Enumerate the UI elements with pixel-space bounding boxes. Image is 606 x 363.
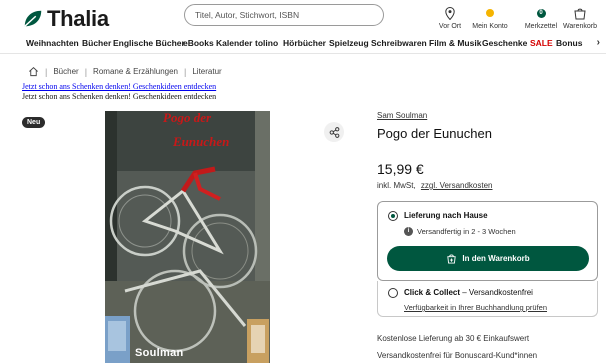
nav-item-buecher[interactable]: Bücher (82, 38, 111, 48)
click-collect-title: Click & Collect (404, 288, 461, 297)
account-link[interactable]: Mein Konto (468, 6, 512, 30)
breadcrumb-separator: | (184, 66, 187, 77)
add-to-cart-button[interactable]: In den Warenkorb (387, 246, 589, 271)
tax-info: inkl. MwSt, zzgl. Versandkosten (377, 181, 493, 190)
new-badge: Neu (22, 117, 46, 128)
cover-author: Soulman (135, 347, 184, 359)
book-cover-image[interactable]: Pogo der Eunuchen Soulman (105, 111, 270, 363)
nav-item-spielzeug[interactable]: Spielzeug (329, 38, 369, 48)
breadcrumb-separator: | (45, 66, 48, 77)
nav-item-geschenke[interactable]: Geschenke (482, 38, 527, 48)
nav-divider (0, 53, 606, 54)
click-collect-suffix: – Versandkostenfrei (462, 288, 533, 297)
promo-link[interactable]: Jetzt schon ans Schenken denken! Geschen… (22, 82, 216, 91)
product-price: 15,99 € (377, 161, 424, 177)
breadcrumb: | Bücher | Romane & Erzählungen | Litera… (28, 66, 222, 77)
cover-title-line2: Eunuchen (173, 134, 230, 149)
nav-item-hoerbuecher[interactable]: Hörbücher (283, 38, 326, 48)
account-icon (468, 6, 512, 20)
nav-item-ebooks[interactable]: eBooks (183, 38, 214, 48)
account-label: Mein Konto (472, 23, 508, 30)
availability-text: Versandfertig in 2 - 3 Wochen (417, 227, 516, 236)
tax-text: inkl. MwSt, (377, 181, 416, 190)
promo-text: Jetzt schon ans Schenken denken! Geschen… (22, 92, 217, 101)
share-button[interactable] (324, 122, 344, 142)
logo-text: Thalia (47, 6, 109, 31)
breadcrumb-separator: | (84, 66, 88, 77)
author-link[interactable]: Sam Soulman (377, 111, 427, 120)
breadcrumb-item-romane[interactable]: Romane & Erzählungen (93, 67, 178, 76)
thalia-logo[interactable]: Thalia (22, 6, 109, 32)
check-store-availability-link[interactable]: Verfügbarkeit in Ihrer Buchhandlung prüf… (404, 303, 547, 312)
info-icon: i (404, 227, 413, 236)
header: Thalia Titel, Autor, Stichwort, ISBN Vor… (0, 0, 606, 35)
click-collect-label: Click & Collect – Versandkostenfrei (404, 288, 533, 297)
nav-item-kalender[interactable]: Kalender (216, 38, 252, 48)
wishlist-label: Merkzettel (524, 23, 558, 30)
header-icons: Vor Ort Mein Konto 0 Merkzettel Warenkor… (434, 6, 606, 32)
wishlist-icon: 0 (519, 6, 563, 20)
delivery-option-click-collect[interactable]: Click & Collect – Versandkostenfrei Verf… (377, 281, 598, 317)
cart-label: Warenkorb (563, 23, 597, 30)
nav-item-weihnachten[interactable]: Weihnachten (26, 38, 79, 48)
store-locator-label: Vor Ort (438, 23, 462, 30)
search-input[interactable]: Titel, Autor, Stichwort, ISBN (184, 4, 384, 26)
nav-scroll-right-icon[interactable]: › (597, 37, 600, 48)
breadcrumb-item-literatur[interactable]: Literatur (192, 67, 221, 76)
click-collect-radio[interactable] (388, 288, 398, 298)
cart-link[interactable]: Warenkorb (558, 6, 602, 30)
wishlist-link[interactable]: 0 Merkzettel (519, 6, 563, 30)
add-to-cart-icon (447, 254, 457, 264)
cart-icon (558, 6, 602, 20)
cover-title-line1: Pogo der (163, 111, 212, 125)
nav-item-bonus[interactable]: Bonus (556, 38, 582, 48)
home-delivery-radio[interactable] (388, 211, 398, 221)
home-delivery-label: Lieferung nach Hause (404, 211, 488, 220)
free-shipping-note: Kostenlose Lieferung ab 30 € Einkaufswer… (377, 334, 530, 343)
store-locator-link[interactable]: Vor Ort (428, 6, 472, 30)
nav-item-englische-buecher[interactable]: Englische Bücher (113, 38, 185, 48)
wishlist-badge: 0 (536, 8, 546, 18)
bonuscard-shipping-note: Versandkostenfrei für Bonuscard-Kund*inn… (377, 351, 538, 360)
add-to-cart-label: In den Warenkorb (462, 254, 530, 263)
category-nav: Weihnachten Bücher Englische Bücher eBoo… (0, 36, 606, 52)
home-icon[interactable] (28, 66, 39, 77)
nav-item-sale[interactable]: SALE (530, 38, 553, 48)
delivery-option-home[interactable]: Lieferung nach Hause i Versandfertig in … (377, 201, 598, 281)
breadcrumb-item-buecher[interactable]: Bücher (53, 67, 78, 76)
product-title: Pogo der Eunuchen (377, 126, 492, 141)
leaf-logo-icon (24, 10, 42, 27)
nav-item-tolino[interactable]: tolino (255, 38, 278, 48)
location-pin-icon (428, 6, 472, 20)
availability-info: i Versandfertig in 2 - 3 Wochen (404, 227, 516, 236)
share-icon (329, 126, 339, 138)
shipping-costs-link[interactable]: zzgl. Versandkosten (421, 181, 493, 190)
nav-item-film-musik[interactable]: Film & Musik (429, 38, 481, 48)
nav-item-schreibwaren[interactable]: Schreibwaren (371, 38, 427, 48)
